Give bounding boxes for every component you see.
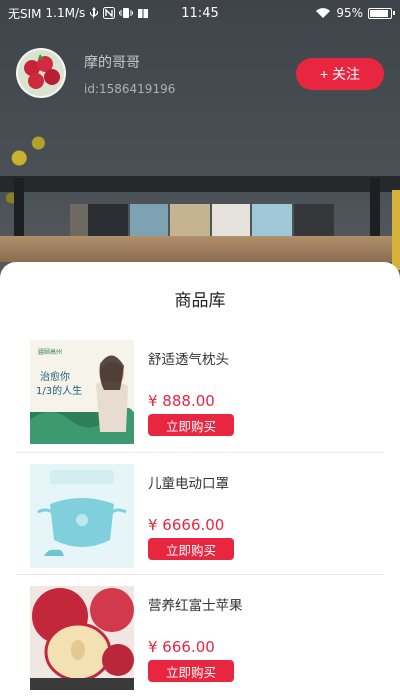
product-image: 疆颐高州 治愈你 1/3的人生 [30,340,134,444]
battery-percent: 95% [336,6,363,20]
buy-now-button[interactable]: 立即购买 [148,414,234,436]
user-name: 摩的哥哥 [84,55,140,71]
divider [16,574,384,575]
book [212,204,250,238]
vibrate-icon [119,7,134,19]
battery-icon [368,7,395,19]
flower-decoration [0,118,64,218]
product-name: 营养红富士苹果 [148,598,243,614]
book [252,204,292,238]
profile-header: 摩的哥哥 id:1586419196 + 关注 [16,48,384,104]
shelf-top [0,176,400,192]
thumb-brand-text: 疆颐高州 [38,348,62,356]
user-id: id:1586419196 [84,82,176,96]
book [130,204,168,238]
usb-icon [89,7,99,19]
book [294,204,334,238]
notification-icon [103,7,116,19]
thumb-headline-2: 1/3的人生 [36,384,82,397]
buy-now-button[interactable]: 立即购买 [148,538,234,560]
status-bar: 无SIM 1.1M/s 11:45 95% [0,0,400,26]
carrier-text: 无SIM [8,6,42,21]
product-item[interactable]: 疆颐高州 治愈你 1/3的人生 舒适透气枕头 ¥ 888.00 立即购买 [30,340,384,452]
product-name: 儿童电动口罩 [148,476,229,492]
book-icon [137,7,149,19]
network-speed: 1.1M/s [45,6,86,20]
product-price: ¥ 6666.00 [148,516,225,534]
shelf-accent [392,190,400,270]
sheet-title: 商品库 [174,291,226,311]
divider [16,452,384,453]
product-price: ¥ 888.00 [148,392,215,410]
product-image [30,586,134,690]
thumb-headline-1: 治愈你 [40,370,70,383]
product-name: 舒适透气枕头 [148,352,229,368]
product-item[interactable]: 儿童电动口罩 ¥ 6666.00 立即购买 [30,464,384,576]
product-image [30,464,134,568]
buy-now-button[interactable]: 立即购买 [148,660,234,682]
book [170,204,210,238]
follow-button[interactable]: + 关注 [296,58,384,90]
wifi-icon [315,7,331,19]
book [70,204,88,238]
product-item[interactable]: 营养红富士苹果 ¥ 666.00 立即购买 [30,586,384,698]
product-library-sheet: 商品库 疆颐高州 治愈你 1/3的人生 舒适透气枕头 ¥ 888.00 立即购买 [0,262,400,700]
product-price: ¥ 666.00 [148,638,215,656]
avatar[interactable] [16,48,66,98]
shelf-board [0,236,400,262]
book [88,204,128,238]
